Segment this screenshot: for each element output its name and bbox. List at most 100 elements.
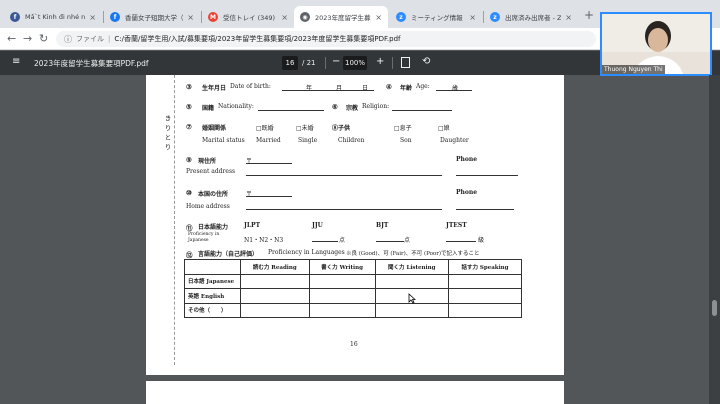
cut-line-text: きりとり (163, 115, 171, 153)
table-cell[interactable] (308, 273, 376, 289)
table-header: 読む力 Reading (240, 259, 310, 275)
new-tab-button[interactable]: + (584, 9, 594, 21)
table-cell[interactable] (240, 288, 310, 304)
url-sep: | (108, 35, 111, 43)
table-cell[interactable] (374, 273, 450, 289)
jtest-unit: 級 (478, 237, 485, 244)
bjt-unit: 点 (404, 237, 411, 244)
home-address-line (246, 209, 442, 210)
married-checkbox[interactable]: □既婚 (256, 123, 274, 132)
close-tab-icon[interactable]: × (89, 13, 96, 22)
close-tab-icon[interactable]: × (375, 13, 382, 22)
close-tab-icon[interactable]: × (469, 13, 476, 22)
nationality-line (258, 110, 324, 111)
table-cell[interactable] (448, 302, 522, 318)
close-tab-icon[interactable]: × (187, 13, 194, 22)
home-phone-label: Phone (456, 189, 478, 196)
item-number: ⑦ (186, 123, 192, 131)
language-ability-note: ※良 (Good)、可 (Fair)、不可 (Poor)で記入すること (346, 251, 480, 257)
pdf-page: きりとり ③ 生年月日 Date of birth: 年 月 日 ④ 年齢 Ag… (146, 75, 564, 375)
home-address-label: 本国の住所 (198, 191, 229, 198)
present-address-label: 現住所 (198, 158, 217, 165)
close-tab-icon[interactable]: × (565, 13, 572, 22)
zoom-in-button[interactable]: + (376, 56, 384, 68)
zoom-out-button[interactable]: − (332, 56, 340, 68)
tab-title: 2023年度留学生募集... (315, 14, 371, 22)
row-label: 日本語 Japanese (184, 273, 241, 289)
item-number: ⑪ (186, 224, 193, 232)
table-cell[interactable] (240, 302, 310, 318)
marital-label: 婚姻関係 (202, 125, 227, 132)
daughter-checkbox[interactable]: □娘 (438, 123, 450, 132)
jlpt-levels: N1・N2・N3 (244, 237, 284, 244)
back-icon[interactable]: ← (7, 32, 16, 46)
nationality-label: 国籍 (202, 105, 215, 112)
single-label-en: Single (298, 137, 318, 144)
rotate-icon[interactable]: ⟲ (422, 55, 430, 69)
zoom-input[interactable]: 100% (343, 56, 367, 70)
single-checkbox[interactable]: □未婚 (296, 123, 314, 132)
reload-icon[interactable]: ↻ (39, 32, 48, 46)
item-number: ⑥ (332, 103, 338, 111)
religion-line (392, 110, 452, 111)
browser-tab[interactable]: f Mấ`t Kinh đi nhé nr... × (4, 6, 102, 28)
browser-tab[interactable]: M 受信トレイ (349) - ngu... × (202, 6, 294, 28)
page-number-input[interactable]: 16 (282, 56, 298, 70)
age-label: 年齢 (400, 85, 413, 92)
son-label-en: Son (400, 137, 412, 144)
birth-label: 生年月日 (202, 85, 227, 92)
children-label: ⑧子供 (332, 125, 351, 132)
menu-icon[interactable]: ≡ (12, 56, 20, 68)
cut-line (174, 75, 175, 365)
tab-title: 出席済み出席者 - Zoo... (505, 14, 562, 22)
address-bar[interactable]: ⓘ ファイル | C:/香蘭/留学生用/入試/募集要項/2023年留学生募集要項… (56, 31, 596, 47)
participant-name: Thuong Nguyen Thi (602, 65, 665, 74)
table-cell[interactable] (308, 288, 376, 304)
gmail-icon: M (208, 12, 218, 22)
browser-tab[interactable]: z 出席済み出席者 - Zoo... × (484, 6, 578, 28)
tab-title: ミーティング情報 - Zoom (411, 14, 465, 22)
present-phone-label: Phone (456, 156, 478, 163)
jlpt-label: JLPT (244, 222, 261, 229)
language-ability-label-en: Proficiency in Languages (268, 249, 345, 256)
present-address-label-en: Present address (186, 168, 236, 175)
jtest-label: JTEST (446, 222, 467, 229)
table-cell[interactable] (448, 288, 522, 304)
scrollbar-thumb[interactable] (712, 300, 717, 316)
table-cell[interactable] (308, 302, 376, 318)
table-cell[interactable] (448, 273, 522, 289)
table-cell[interactable] (374, 302, 450, 318)
table-header: 話す力 Speaking (448, 259, 522, 275)
info-icon[interactable]: ⓘ (64, 34, 72, 45)
browser-tab[interactable]: f 香蘭女子短期大学（鷹... × (104, 6, 200, 28)
language-ability-label: 言語能力（自己評価） (198, 251, 259, 258)
present-phone-line (456, 175, 518, 176)
marital-label-en: Marital status (202, 137, 245, 144)
item-number: ⑫ (186, 251, 193, 259)
page-number: 16 (350, 341, 358, 348)
table-row: 英語 English (184, 288, 522, 304)
religion-label-en: Religion: (362, 103, 390, 110)
age-unit: 歳 (452, 85, 459, 92)
browser-tab-active[interactable]: ◉ 2023年度留学生募集... × (294, 6, 388, 28)
jtu-line (312, 241, 338, 242)
table-cell[interactable] (240, 273, 310, 289)
table-row: その他（ ） (184, 302, 522, 318)
nationality-label-en: Nationality: (218, 103, 254, 110)
zoom-icon: z (396, 12, 406, 22)
browser-tab[interactable]: z ミーティング情報 - Zoom × (390, 6, 482, 28)
forward-icon[interactable]: → (23, 32, 32, 46)
postal-line (246, 196, 292, 197)
tab-title: 受信トレイ (349) - ngu... (223, 14, 277, 22)
video-thumbnail[interactable]: Thuong Nguyen Thi (600, 12, 712, 76)
globe-icon: ◉ (300, 12, 310, 22)
pdf-title: 2023年度留学生募集要項PDF.pdf (34, 59, 149, 68)
close-tab-icon[interactable]: × (281, 13, 288, 22)
son-checkbox[interactable]: □息子 (394, 123, 412, 132)
fit-page-icon[interactable] (401, 57, 410, 68)
scrollbar[interactable] (709, 75, 720, 404)
item-number: ⑤ (186, 103, 192, 111)
next-pdf-page (146, 381, 564, 404)
postal-line (246, 163, 292, 164)
birth-line (282, 90, 374, 91)
